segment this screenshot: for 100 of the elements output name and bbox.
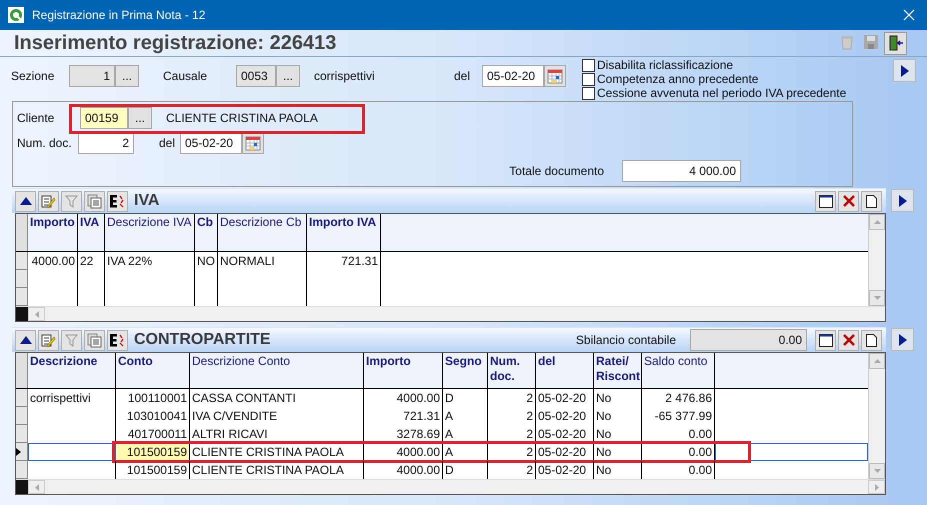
causale-description: corrispettivi [314,68,376,85]
pencil-grid-icon [41,194,56,208]
delete-button[interactable] [838,330,859,350]
scrollbar-corner [16,307,28,321]
up-button[interactable] [15,330,36,350]
total-field[interactable]: 4 000.00 [622,160,741,182]
table-cell: No [594,389,642,407]
table-cell: 0.00 [642,443,715,461]
funnel-icon [65,194,78,208]
table-cell: NORMALI [218,252,307,270]
window-button[interactable] [815,330,836,350]
sezione-field[interactable]: 1 [69,65,115,87]
field-label: Cliente [17,110,56,127]
close-icon [842,334,854,346]
row-header[interactable] [16,443,28,461]
table-cell: 2 [488,407,536,425]
sort-button[interactable] [107,330,128,350]
table-cell: No [594,443,642,461]
page-icon [866,194,877,208]
field-label: Sezione [11,68,56,85]
imbalance-field[interactable]: 0.00 [690,329,807,351]
scrollbar-corner [16,480,28,494]
checkbox[interactable] [582,72,595,86]
table-cell: 2 [488,425,536,443]
column-header[interactable]: Conto [116,353,190,388]
checkbox[interactable] [582,58,595,72]
calendar-icon[interactable] [242,132,264,154]
causale-field[interactable]: 0053 [236,65,276,87]
table-cell: 401700011 [116,425,190,443]
section-title: IVA [134,191,160,211]
table-cell: CASSA CONTANTI [190,389,364,407]
delete-button[interactable] [838,190,859,212]
new-document-button[interactable] [861,190,882,212]
checkbox-label: Cessione avvenuta nel periodo IVA precedente [597,86,846,100]
app-logo-icon [8,7,24,23]
letter-e-arrows-icon [109,332,126,348]
column-header[interactable]: Descrizione Conto [190,353,364,388]
next-button[interactable] [891,328,914,351]
field-label: Sbilancio contabile [576,332,676,349]
column-header[interactable]: del [536,353,594,388]
column-header[interactable]: Saldo conto [642,353,715,388]
window-title: Registrazione in Prima Nota - 12 [32,7,206,24]
column-header[interactable]: Importo IVA [307,214,381,251]
table-cell: 2 476.86 [642,389,715,407]
table-cell: A [443,425,488,443]
cliente-code-field[interactable]: 00159 [80,107,128,129]
doc-date-field[interactable]: 05-02-20 [180,132,242,154]
table-cell: No [594,407,642,425]
next-button[interactable] [891,189,914,212]
column-header[interactable]: Descrizione [28,353,116,388]
calendar-icon[interactable] [544,65,566,87]
table-cell: 103010041 [116,407,190,425]
browse-button[interactable]: ... [128,107,152,129]
exit-button[interactable] [884,32,907,54]
close-icon [903,9,915,21]
list-button[interactable] [84,190,105,212]
browse-button[interactable]: ... [115,65,139,87]
down-arrow-icon [874,296,880,300]
next-button[interactable] [893,59,916,82]
door-exit-icon [888,35,904,51]
table-cell: 721.31 [307,252,381,270]
table-cell: 4000.00 [364,389,443,407]
close-icon [842,195,854,207]
table-cell: 2 [488,443,536,461]
column-header[interactable]: Importo [28,214,78,251]
window-button[interactable] [815,190,836,212]
table-cell: D [443,389,488,407]
left-arrow-icon [34,484,38,490]
browse-button[interactable]: ... [276,65,300,87]
up-button[interactable] [15,190,36,212]
table-cell: 05-02-20 [536,443,594,461]
table-cell: 100110001 [116,389,190,407]
edit-button[interactable] [38,190,59,212]
sort-button[interactable] [107,190,128,212]
num-doc-field[interactable]: 2 [78,132,134,154]
date-field[interactable]: 05-02-20 [482,65,544,87]
column-header[interactable]: Importo [364,353,443,388]
new-document-button[interactable] [861,330,882,350]
column-header[interactable]: Descrizione IVA [105,214,195,251]
column-header[interactable]: IVA [78,214,105,251]
checkbox[interactable] [582,86,595,100]
left-arrow-icon [34,310,38,318]
table-cell: No [594,425,642,443]
column-header[interactable]: Ratei/ Riscont [594,353,642,388]
column-header[interactable]: Cb [195,214,218,251]
column-header[interactable]: Num. doc. [488,353,536,388]
table-cell: IVA C/VENDITE [190,407,364,425]
table-cell: 22 [78,252,105,270]
column-header[interactable]: Segno [443,353,488,388]
column-header[interactable]: Descrizione Cb [218,214,307,251]
play-icon [898,334,906,346]
field-label: Causale [163,68,208,85]
page-icon [866,334,877,346]
edit-button[interactable] [38,330,59,350]
list-button[interactable] [84,330,105,350]
table-cell: 2 [488,389,536,407]
trash-icon [840,34,854,50]
list-icon [87,194,102,208]
checkbox-label: Competenza anno precedente [597,72,758,86]
table-cell: NO [195,252,218,270]
